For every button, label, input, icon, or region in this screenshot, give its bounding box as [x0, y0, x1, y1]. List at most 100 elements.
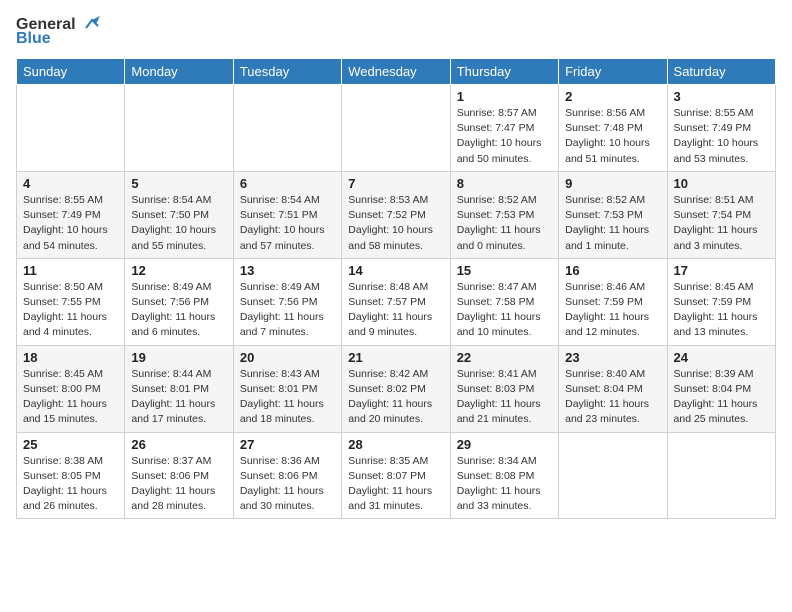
day-info: Sunrise: 8:47 AMSunset: 7:58 PMDaylight:…	[457, 280, 552, 341]
day-info: Sunrise: 8:57 AMSunset: 7:47 PMDaylight:…	[457, 106, 552, 167]
day-info: Sunrise: 8:50 AMSunset: 7:55 PMDaylight:…	[23, 280, 118, 341]
calendar-cell-w4-d5: 23 Sunrise: 8:40 AMSunset: 8:04 PMDayligh…	[559, 345, 667, 432]
weekday-header-sunday: Sunday	[17, 59, 125, 85]
day-number: 7	[348, 176, 443, 191]
weekday-header-tuesday: Tuesday	[233, 59, 341, 85]
day-number: 19	[131, 350, 226, 365]
weekday-header-friday: Friday	[559, 59, 667, 85]
day-number: 2	[565, 89, 660, 104]
day-info: Sunrise: 8:39 AMSunset: 8:04 PMDaylight:…	[674, 367, 769, 428]
day-info: Sunrise: 8:54 AMSunset: 7:50 PMDaylight:…	[131, 193, 226, 254]
calendar-week-1: 1 Sunrise: 8:57 AMSunset: 7:47 PMDaylight…	[17, 85, 776, 172]
day-number: 29	[457, 437, 552, 452]
day-info: Sunrise: 8:35 AMSunset: 8:07 PMDaylight:…	[348, 454, 443, 515]
weekday-header-row: SundayMondayTuesdayWednesdayThursdayFrid…	[17, 59, 776, 85]
calendar-cell-w1-d6: 3Sunrise: 8:55 AMSunset: 7:49 PMDaylight…	[667, 85, 775, 172]
day-number: 25	[23, 437, 118, 452]
calendar-body: 1 Sunrise: 8:57 AMSunset: 7:47 PMDaylight…	[17, 85, 776, 519]
day-number: 26	[131, 437, 226, 452]
calendar-week-4: 18 Sunrise: 8:45 AMSunset: 8:00 PMDayligh…	[17, 345, 776, 432]
calendar-cell-w2-d6: 10 Sunrise: 8:51 AMSunset: 7:54 PMDayligh…	[667, 171, 775, 258]
day-number: 21	[348, 350, 443, 365]
day-info: Sunrise: 8:48 AMSunset: 7:57 PMDaylight:…	[348, 280, 443, 341]
calendar-cell-w3-d5: 16 Sunrise: 8:46 AMSunset: 7:59 PMDayligh…	[559, 258, 667, 345]
day-info: Sunrise: 8:52 AMSunset: 7:53 PMDaylight:…	[457, 193, 552, 254]
calendar-cell-w5-d0: 25 Sunrise: 8:38 AMSunset: 8:05 PMDayligh…	[17, 432, 125, 519]
day-number: 5	[131, 176, 226, 191]
day-info: Sunrise: 8:51 AMSunset: 7:54 PMDaylight:…	[674, 193, 769, 254]
day-number: 12	[131, 263, 226, 278]
day-number: 22	[457, 350, 552, 365]
day-info: Sunrise: 8:40 AMSunset: 8:04 PMDaylight:…	[565, 367, 660, 428]
calendar-cell-w3-d2: 13 Sunrise: 8:49 AMSunset: 7:56 PMDayligh…	[233, 258, 341, 345]
logo-bird-icon	[78, 16, 100, 34]
calendar-cell-w5-d6	[667, 432, 775, 519]
calendar-cell-w1-d0	[17, 85, 125, 172]
calendar-cell-w1-d3	[342, 85, 450, 172]
calendar-week-5: 25 Sunrise: 8:38 AMSunset: 8:05 PMDayligh…	[17, 432, 776, 519]
calendar-cell-w4-d1: 19 Sunrise: 8:44 AMSunset: 8:01 PMDayligh…	[125, 345, 233, 432]
day-number: 16	[565, 263, 660, 278]
day-info: Sunrise: 8:45 AMSunset: 8:00 PMDaylight:…	[23, 367, 118, 428]
calendar-cell-w5-d2: 27 Sunrise: 8:36 AMSunset: 8:06 PMDayligh…	[233, 432, 341, 519]
weekday-header-wednesday: Wednesday	[342, 59, 450, 85]
day-info: Sunrise: 8:53 AMSunset: 7:52 PMDaylight:…	[348, 193, 443, 254]
calendar-cell-w4-d0: 18 Sunrise: 8:45 AMSunset: 8:00 PMDayligh…	[17, 345, 125, 432]
calendar-cell-w3-d0: 11 Sunrise: 8:50 AMSunset: 7:55 PMDayligh…	[17, 258, 125, 345]
calendar-week-2: 4 Sunrise: 8:55 AMSunset: 7:49 PMDaylight…	[17, 171, 776, 258]
day-number: 17	[674, 263, 769, 278]
logo: General Blue	[16, 16, 100, 48]
day-info: Sunrise: 8:38 AMSunset: 8:05 PMDaylight:…	[23, 454, 118, 515]
calendar-cell-w1-d1	[125, 85, 233, 172]
calendar-week-3: 11 Sunrise: 8:50 AMSunset: 7:55 PMDayligh…	[17, 258, 776, 345]
day-info: Sunrise: 8:49 AMSunset: 7:56 PMDaylight:…	[131, 280, 226, 341]
calendar-cell-w4-d6: 24Sunrise: 8:39 AMSunset: 8:04 PMDayligh…	[667, 345, 775, 432]
day-number: 11	[23, 263, 118, 278]
day-info: Sunrise: 8:34 AMSunset: 8:08 PMDaylight:…	[457, 454, 552, 515]
day-number: 27	[240, 437, 335, 452]
weekday-header-saturday: Saturday	[667, 59, 775, 85]
weekday-header-thursday: Thursday	[450, 59, 558, 85]
calendar-cell-w1-d2	[233, 85, 341, 172]
day-number: 1	[457, 89, 552, 104]
calendar-cell-w3-d6: 17 Sunrise: 8:45 AMSunset: 7:59 PMDayligh…	[667, 258, 775, 345]
day-number: 8	[457, 176, 552, 191]
day-number: 23	[565, 350, 660, 365]
day-info: Sunrise: 8:36 AMSunset: 8:06 PMDaylight:…	[240, 454, 335, 515]
day-info: Sunrise: 8:43 AMSunset: 8:01 PMDaylight:…	[240, 367, 335, 428]
calendar-cell-w4-d4: 22 Sunrise: 8:41 AMSunset: 8:03 PMDayligh…	[450, 345, 558, 432]
day-info: Sunrise: 8:56 AMSunset: 7:48 PMDaylight:…	[565, 106, 660, 167]
day-number: 10	[674, 176, 769, 191]
day-info: Sunrise: 8:49 AMSunset: 7:56 PMDaylight:…	[240, 280, 335, 341]
page-header: General Blue	[16, 16, 776, 48]
day-number: 9	[565, 176, 660, 191]
day-info: Sunrise: 8:52 AMSunset: 7:53 PMDaylight:…	[565, 193, 660, 254]
day-number: 3	[674, 89, 769, 104]
day-number: 4	[23, 176, 118, 191]
day-info: Sunrise: 8:41 AMSunset: 8:03 PMDaylight:…	[457, 367, 552, 428]
day-info: Sunrise: 8:46 AMSunset: 7:59 PMDaylight:…	[565, 280, 660, 341]
calendar-cell-w5-d1: 26 Sunrise: 8:37 AMSunset: 8:06 PMDayligh…	[125, 432, 233, 519]
day-info: Sunrise: 8:45 AMSunset: 7:59 PMDaylight:…	[674, 280, 769, 341]
calendar-cell-w3-d3: 14Sunrise: 8:48 AMSunset: 7:57 PMDayligh…	[342, 258, 450, 345]
calendar-cell-w3-d4: 15 Sunrise: 8:47 AMSunset: 7:58 PMDayligh…	[450, 258, 558, 345]
day-number: 15	[457, 263, 552, 278]
calendar-cell-w2-d1: 5 Sunrise: 8:54 AMSunset: 7:50 PMDaylight…	[125, 171, 233, 258]
calendar-cell-w1-d5: 2 Sunrise: 8:56 AMSunset: 7:48 PMDaylight…	[559, 85, 667, 172]
day-info: Sunrise: 8:37 AMSunset: 8:06 PMDaylight:…	[131, 454, 226, 515]
day-number: 6	[240, 176, 335, 191]
calendar-cell-w5-d4: 29 Sunrise: 8:34 AMSunset: 8:08 PMDayligh…	[450, 432, 558, 519]
calendar-cell-w2-d4: 8 Sunrise: 8:52 AMSunset: 7:53 PMDaylight…	[450, 171, 558, 258]
day-info: Sunrise: 8:44 AMSunset: 8:01 PMDaylight:…	[131, 367, 226, 428]
calendar-cell-w2-d5: 9 Sunrise: 8:52 AMSunset: 7:53 PMDaylight…	[559, 171, 667, 258]
calendar-cell-w4-d3: 21Sunrise: 8:42 AMSunset: 8:02 PMDayligh…	[342, 345, 450, 432]
day-info: Sunrise: 8:54 AMSunset: 7:51 PMDaylight:…	[240, 193, 335, 254]
calendar-cell-w2-d3: 7 Sunrise: 8:53 AMSunset: 7:52 PMDaylight…	[342, 171, 450, 258]
day-info: Sunrise: 8:55 AMSunset: 7:49 PMDaylight:…	[23, 193, 118, 254]
calendar-table: SundayMondayTuesdayWednesdayThursdayFrid…	[16, 58, 776, 519]
calendar-cell-w2-d2: 6 Sunrise: 8:54 AMSunset: 7:51 PMDaylight…	[233, 171, 341, 258]
calendar-cell-w1-d4: 1 Sunrise: 8:57 AMSunset: 7:47 PMDaylight…	[450, 85, 558, 172]
day-number: 13	[240, 263, 335, 278]
day-number: 18	[23, 350, 118, 365]
logo-blue-text: Blue	[16, 30, 51, 48]
